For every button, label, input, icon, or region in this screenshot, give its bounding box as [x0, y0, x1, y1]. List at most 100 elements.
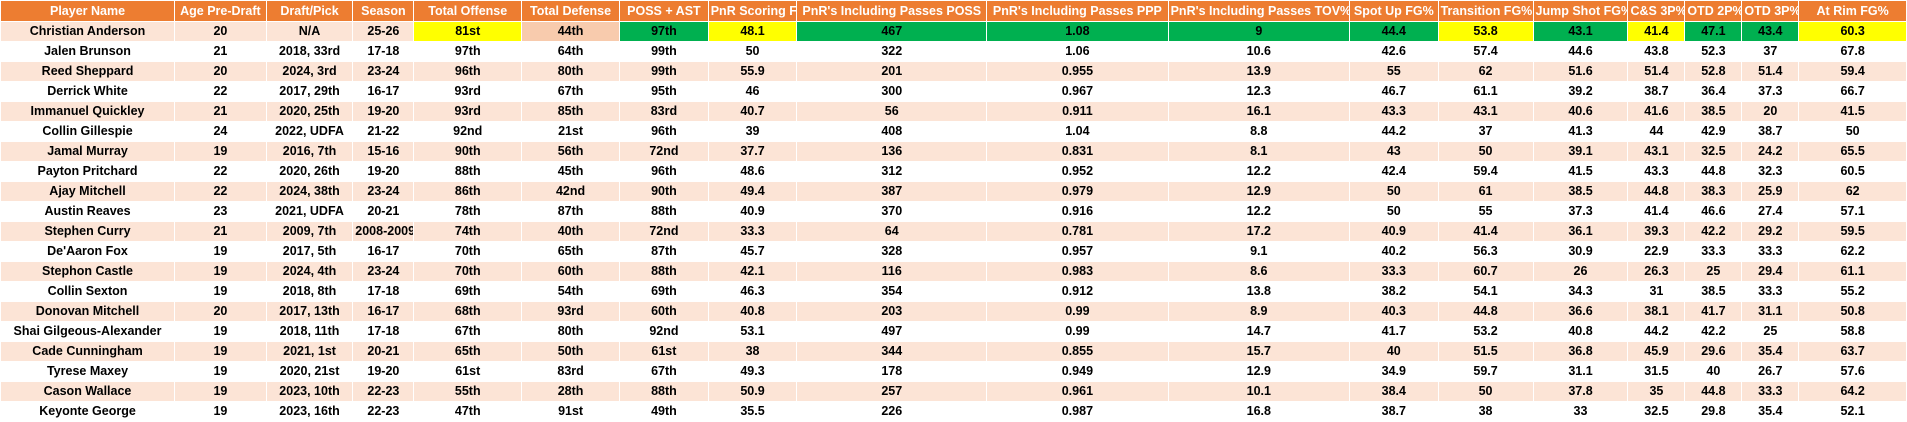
table-cell[interactable]: 354	[796, 281, 988, 302]
table-cell[interactable]: 16-17	[352, 301, 415, 322]
table-cell[interactable]: 67th	[619, 361, 709, 382]
table-cell[interactable]: 68th	[413, 301, 523, 322]
table-cell[interactable]: 67.8	[1798, 41, 1907, 62]
table-cell[interactable]: 9	[1167, 21, 1351, 42]
table-cell[interactable]: 19	[174, 281, 267, 302]
table-cell[interactable]: 2024, 3rd	[265, 61, 354, 82]
table-cell[interactable]: 136	[796, 141, 988, 162]
table-cell[interactable]: 344	[796, 341, 988, 362]
table-cell[interactable]: 63.7	[1798, 341, 1907, 362]
table-cell[interactable]: 99th	[619, 61, 709, 82]
table-cell[interactable]: 55.2	[1798, 281, 1907, 302]
table-cell[interactable]: 408	[796, 121, 988, 142]
table-cell[interactable]: 36.6	[1532, 301, 1629, 322]
table-cell[interactable]: 69th	[413, 281, 523, 302]
table-cell[interactable]: 2018, 11th	[265, 321, 354, 342]
table-cell[interactable]: 24	[174, 121, 267, 142]
table-cell[interactable]: 21	[174, 41, 267, 62]
table-cell[interactable]: 12.9	[1167, 361, 1351, 382]
table-cell[interactable]: 41.7	[1349, 321, 1439, 342]
table-cell[interactable]: 0.961	[986, 381, 1169, 402]
table-cell[interactable]: 19	[174, 401, 267, 422]
table-cell[interactable]: 2024, 4th	[265, 261, 354, 282]
header-cell[interactable]: At Rim FG%	[1798, 0, 1907, 22]
table-cell[interactable]: 2021, UDFA	[265, 201, 354, 222]
table-cell[interactable]: 57.4	[1437, 41, 1534, 62]
table-cell[interactable]: 38.7	[1627, 81, 1686, 102]
table-cell[interactable]: 37.3	[1741, 81, 1800, 102]
table-cell[interactable]: 59.4	[1437, 161, 1534, 182]
header-cell[interactable]: Jump Shot FG%	[1532, 0, 1629, 22]
table-cell[interactable]: 92nd	[619, 321, 709, 342]
table-cell[interactable]: 51.4	[1741, 61, 1800, 82]
table-cell[interactable]: 55.9	[707, 61, 798, 82]
table-cell[interactable]: 0.831	[986, 141, 1169, 162]
table-cell[interactable]: 33.3	[1741, 381, 1800, 402]
table-cell[interactable]: 83rd	[619, 101, 709, 122]
player-name-cell[interactable]: Austin Reaves	[0, 201, 176, 222]
table-cell[interactable]: 1.08	[986, 21, 1169, 42]
table-cell[interactable]: 328	[796, 241, 988, 262]
table-cell[interactable]: 370	[796, 201, 988, 222]
table-cell[interactable]: 43.8	[1627, 41, 1686, 62]
header-cell[interactable]: PnR's Including Passes POSS	[796, 0, 988, 22]
player-name-cell[interactable]: Christian Anderson	[0, 21, 176, 42]
table-cell[interactable]: 93rd	[413, 101, 523, 122]
table-cell[interactable]: 22-23	[352, 401, 415, 422]
table-cell[interactable]: 36.8	[1532, 341, 1629, 362]
table-cell[interactable]: 10.6	[1167, 41, 1351, 62]
header-cell[interactable]: PnR Scoring FG%	[707, 0, 798, 22]
table-cell[interactable]: 35.5	[707, 401, 798, 422]
table-cell[interactable]: 19	[174, 321, 267, 342]
table-cell[interactable]: 0.781	[986, 221, 1169, 242]
table-cell[interactable]: 201	[796, 61, 988, 82]
table-cell[interactable]: 56.3	[1437, 241, 1534, 262]
table-cell[interactable]: 56	[796, 101, 988, 122]
table-cell[interactable]: 27.4	[1741, 201, 1800, 222]
player-name-cell[interactable]: Collin Gillespie	[0, 121, 176, 142]
table-cell[interactable]: 38.5	[1684, 281, 1743, 302]
table-cell[interactable]: 25-26	[352, 21, 415, 42]
table-cell[interactable]: 31.5	[1627, 361, 1686, 382]
table-cell[interactable]: 88th	[619, 381, 709, 402]
table-cell[interactable]: 178	[796, 361, 988, 382]
table-cell[interactable]: 33.3	[1741, 281, 1800, 302]
table-cell[interactable]: 40.7	[707, 101, 798, 122]
header-cell[interactable]: PnR's Including Passes TOV%	[1167, 0, 1351, 22]
table-cell[interactable]: 86th	[413, 181, 523, 202]
table-cell[interactable]: 60th	[521, 261, 621, 282]
table-cell[interactable]: 17.2	[1167, 221, 1351, 242]
table-cell[interactable]: 93rd	[521, 301, 621, 322]
table-cell[interactable]: 2017, 29th	[265, 81, 354, 102]
table-cell[interactable]: 44.4	[1349, 21, 1439, 42]
table-cell[interactable]: 20	[174, 301, 267, 322]
table-cell[interactable]: 57.1	[1798, 201, 1907, 222]
table-cell[interactable]: 50	[1349, 181, 1439, 202]
table-cell[interactable]: 40.3	[1349, 301, 1439, 322]
table-cell[interactable]: 23-24	[352, 61, 415, 82]
player-name-cell[interactable]: Ajay Mitchell	[0, 181, 176, 202]
table-cell[interactable]: 41.5	[1532, 161, 1629, 182]
table-cell[interactable]: 41.6	[1627, 101, 1686, 122]
table-cell[interactable]: 23-24	[352, 181, 415, 202]
table-cell[interactable]: 52.1	[1798, 401, 1907, 422]
table-cell[interactable]: 32.5	[1684, 141, 1743, 162]
table-cell[interactable]: 93rd	[413, 81, 523, 102]
table-cell[interactable]: 42.1	[707, 261, 798, 282]
header-cell[interactable]: C&S 3P%	[1627, 0, 1686, 22]
table-cell[interactable]: 47.1	[1684, 21, 1743, 42]
table-cell[interactable]: 19-20	[352, 161, 415, 182]
table-cell[interactable]: 61.1	[1798, 261, 1907, 282]
table-cell[interactable]: 60.7	[1437, 261, 1534, 282]
table-cell[interactable]: 48.1	[707, 21, 798, 42]
table-cell[interactable]: 29.4	[1741, 261, 1800, 282]
table-cell[interactable]: 22.9	[1627, 241, 1686, 262]
table-cell[interactable]: 0.952	[986, 161, 1169, 182]
table-cell[interactable]: 16-17	[352, 81, 415, 102]
table-cell[interactable]: 31	[1627, 281, 1686, 302]
table-cell[interactable]: 45.9	[1627, 341, 1686, 362]
table-cell[interactable]: 33.3	[1684, 241, 1743, 262]
header-cell[interactable]: Total Defense	[521, 0, 621, 22]
table-cell[interactable]: 96th	[619, 161, 709, 182]
table-cell[interactable]: 31.1	[1741, 301, 1800, 322]
